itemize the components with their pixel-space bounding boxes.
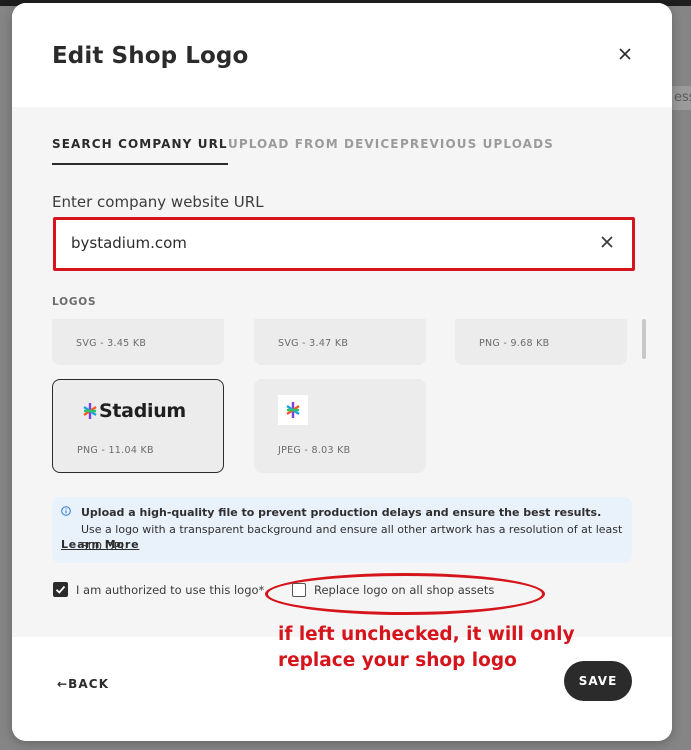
logo-thumbnail xyxy=(278,395,308,425)
tab-upload-from-device[interactable]: UPLOAD FROM DEVICE xyxy=(228,137,400,163)
info-body-text: Use a logo with a transparent background… xyxy=(81,523,623,553)
arrow-left-icon: ← xyxy=(57,677,69,691)
logo-meta: SVG - 3.45 KB xyxy=(76,338,147,349)
url-field-label: Enter company website URL xyxy=(52,193,264,211)
logos-section-label: LOGOS xyxy=(52,296,97,308)
tab-previous-uploads[interactable]: PREVIOUS UPLOADS xyxy=(400,137,554,163)
logo-meta: PNG - 11.04 KB xyxy=(77,445,154,456)
logo-meta: SVG - 3.47 KB xyxy=(278,338,349,349)
modal-header: Edit Shop Logo xyxy=(12,3,672,107)
logo-card[interactable]: SVG - 3.47 KB xyxy=(254,319,426,365)
authorized-checkbox[interactable] xyxy=(53,582,68,597)
logo-card[interactable]: JPEG - 8.03 KB xyxy=(254,379,426,473)
company-url-input[interactable] xyxy=(69,231,573,255)
authorized-checkbox-label[interactable]: I am authorized to use this logo* xyxy=(76,583,264,597)
logo-meta: JPEG - 8.03 KB xyxy=(278,445,351,456)
close-icon[interactable] xyxy=(614,43,636,65)
logo-card[interactable]: PNG - 9.68 KB xyxy=(455,319,627,365)
logo-grid: SVG - 3.45 KB SVG - 3.47 KB PNG - 9.68 K… xyxy=(52,319,642,489)
logo-card[interactable]: SVG - 3.45 KB xyxy=(52,319,224,365)
stadium-logo-mark-icon xyxy=(286,402,300,418)
modal-title: Edit Shop Logo xyxy=(52,43,249,69)
logo-meta: PNG - 9.68 KB xyxy=(479,338,550,349)
background-peek-text: ess xyxy=(671,86,691,110)
logo-card-selected[interactable]: Stadium PNG - 11.04 KB xyxy=(52,379,224,473)
replace-all-assets-checkbox[interactable] xyxy=(292,583,306,597)
stadium-logo-mark-icon xyxy=(83,403,97,419)
info-text: Upload a high-quality file to prevent pr… xyxy=(81,504,623,555)
tab-search-company-url[interactable]: SEARCH COMPANY URL xyxy=(52,137,228,165)
logo-grid-scrollbar[interactable] xyxy=(642,319,646,489)
info-bold-text: Upload a high-quality file to prevent pr… xyxy=(81,506,602,519)
clear-icon[interactable] xyxy=(598,233,616,251)
checkmark-icon xyxy=(55,585,66,594)
replace-all-assets-label[interactable]: Replace logo on all shop assets xyxy=(314,583,494,597)
modal-body: SEARCH COMPANY URL UPLOAD FROM DEVICE PR… xyxy=(12,107,672,637)
back-button[interactable]: ←BACK xyxy=(57,677,109,691)
info-notice: Upload a high-quality file to prevent pr… xyxy=(52,497,632,563)
info-icon xyxy=(61,506,71,516)
url-field-wrapper xyxy=(53,217,635,271)
learn-more-link[interactable]: Learn More xyxy=(61,538,139,551)
annotation-text: if left unchecked, it will only replace … xyxy=(278,622,575,674)
annotation-line-1: if left unchecked, it will only xyxy=(278,624,575,645)
annotation-line-2: replace your shop logo xyxy=(278,650,517,671)
stadium-logo-text: Stadium xyxy=(99,400,186,422)
back-button-label: BACK xyxy=(68,677,110,691)
scrollbar-thumb[interactable] xyxy=(642,319,646,359)
